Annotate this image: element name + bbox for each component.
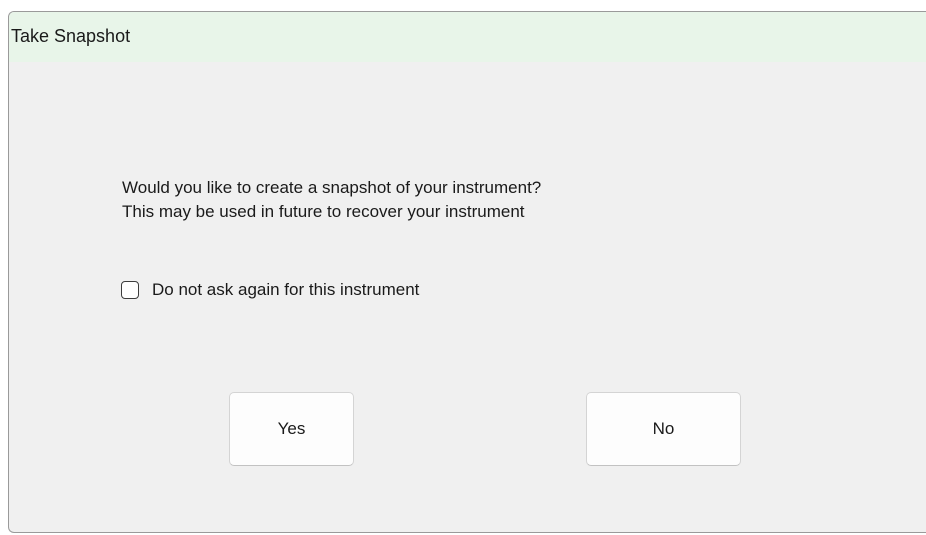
prompt-message: Would you like to create a snapshot of y… <box>122 176 541 224</box>
window-title: Take Snapshot <box>11 26 131 46</box>
do-not-ask-again-checkbox[interactable]: Do not ask again for this instrument <box>121 279 419 301</box>
prompt-line-2: This may be used in future to recover yo… <box>122 202 525 221</box>
yes-button[interactable]: Yes <box>229 392 354 466</box>
no-button[interactable]: No <box>586 392 741 466</box>
checkbox-box[interactable] <box>121 281 139 299</box>
title-bar: Take Snapshot <box>9 12 926 62</box>
prompt-line-1: Would you like to create a snapshot of y… <box>122 178 542 197</box>
take-snapshot-dialog: Take Snapshot Would you like to create a… <box>8 11 926 533</box>
checkbox-label[interactable]: Do not ask again for this instrument <box>152 280 419 300</box>
